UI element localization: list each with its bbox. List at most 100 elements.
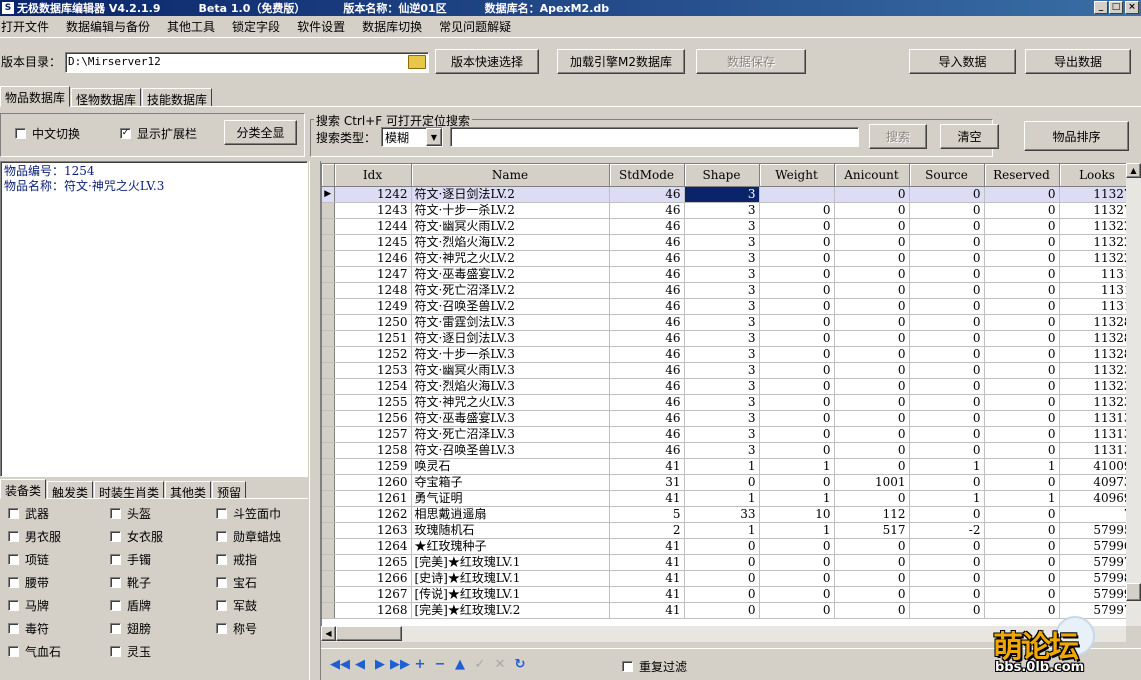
cell-idx[interactable]: 1248 <box>334 282 412 299</box>
category-boots[interactable]: 靴子 <box>110 574 151 591</box>
cell-anicount[interactable]: 0 <box>834 314 910 331</box>
cell-source[interactable]: 0 <box>909 394 985 411</box>
cell-stdmode[interactable]: 46 <box>609 314 685 331</box>
cell-reserved[interactable]: 0 <box>984 186 1060 203</box>
cell-anicount[interactable]: 0 <box>834 282 910 299</box>
cell-name[interactable]: 符文·召唤圣兽LV.2 <box>411 298 610 315</box>
category-checkbox[interactable] <box>8 623 19 634</box>
dir-input[interactable]: D:\Mirserver12 <box>65 52 429 73</box>
category-checkbox[interactable] <box>8 531 19 542</box>
cell-reserved[interactable]: 0 <box>984 506 1060 523</box>
category-checkbox[interactable] <box>216 554 227 565</box>
cell-idx[interactable]: 1250 <box>334 314 412 331</box>
cell-stdmode[interactable]: 41 <box>609 538 685 555</box>
row-indicator[interactable] <box>322 410 335 427</box>
cell-stdmode[interactable]: 41 <box>609 602 685 619</box>
dup-filter-checkbox[interactable] <box>622 661 633 672</box>
column-header-shape[interactable]: Shape <box>684 164 760 187</box>
cell-shape[interactable]: 3 <box>684 410 760 427</box>
cell-idx[interactable]: 1244 <box>334 218 412 235</box>
cell-reserved[interactable]: 0 <box>984 346 1060 363</box>
cell-weight[interactable]: 1 <box>759 522 835 539</box>
grid-vertical-scrollbar[interactable]: ▲ <box>1126 163 1141 626</box>
cell-looks[interactable]: 11322 <box>1059 250 1136 267</box>
maximize-button[interactable]: □ <box>1109 1 1123 14</box>
cell-looks[interactable]: 40969 <box>1059 490 1136 507</box>
cell-reserved[interactable]: 0 <box>984 314 1060 331</box>
load-engine-button[interactable]: 加载引擎M2数据库 <box>557 49 685 74</box>
table-row[interactable]: 1251 符文·逐日剑法LV.3 46 3 0 0 0 0 11328 <box>322 330 1136 347</box>
cell-weight[interactable]: 0 <box>759 250 835 267</box>
cell-source[interactable]: 0 <box>909 426 985 443</box>
cell-weight[interactable]: 0 <box>759 346 835 363</box>
table-row[interactable]: 1254 符文·烈焰火海LV.3 46 3 0 0 0 0 11323 <box>322 378 1136 395</box>
menu-open-file[interactable]: 打开文件 <box>0 18 63 35</box>
cell-shape[interactable]: 3 <box>684 234 760 251</box>
row-indicator[interactable] <box>322 570 335 587</box>
row-indicator[interactable] <box>322 426 335 443</box>
cell-anicount[interactable]: 0 <box>834 202 910 219</box>
scroll-left-icon[interactable]: ◀ <box>321 626 336 641</box>
cell-anicount[interactable]: 0 <box>834 234 910 251</box>
cell-anicount[interactable]: 0 <box>834 570 910 587</box>
insert-record-icon[interactable]: + <box>410 654 430 674</box>
folder-icon[interactable] <box>408 55 426 69</box>
search-input[interactable] <box>450 127 859 147</box>
cell-idx[interactable]: 1252 <box>334 346 412 363</box>
cell-stdmode[interactable]: 31 <box>609 474 685 491</box>
item-detail-box[interactable]: 物品编号：1254 物品名称：符文·神咒之火LV.3 <box>0 161 308 477</box>
cell-anicount[interactable]: 0 <box>834 410 910 427</box>
cell-reserved[interactable]: 0 <box>984 586 1060 603</box>
table-row[interactable]: 1246 符文·神咒之火LV.2 46 3 0 0 0 0 11322 <box>322 250 1136 267</box>
row-indicator[interactable] <box>322 202 335 219</box>
cell-stdmode[interactable]: 46 <box>609 362 685 379</box>
cell-anicount[interactable]: 0 <box>834 538 910 555</box>
cell-reserved[interactable]: 0 <box>984 202 1060 219</box>
cell-looks[interactable]: 1131 <box>1059 298 1136 315</box>
cell-source[interactable]: 1 <box>909 490 985 507</box>
cell-looks[interactable]: 41009 <box>1059 458 1136 475</box>
cell-anicount[interactable]: 0 <box>834 218 910 235</box>
row-indicator[interactable] <box>322 586 335 603</box>
cell-stdmode[interactable]: 46 <box>609 378 685 395</box>
cell-stdmode[interactable]: 41 <box>609 570 685 587</box>
row-indicator[interactable] <box>322 506 335 523</box>
cell-weight[interactable]: 0 <box>759 442 835 459</box>
cell-idx[interactable]: 1259 <box>334 458 412 475</box>
cell-anicount[interactable]: 0 <box>834 442 910 459</box>
cell-shape[interactable]: 0 <box>684 586 760 603</box>
cell-anicount[interactable]: 0 <box>834 250 910 267</box>
row-indicator[interactable] <box>322 522 335 539</box>
cell-name[interactable]: 符文·十步一杀LV.3 <box>411 346 610 363</box>
menu-data-edit-backup[interactable]: 数据编辑与备份 <box>63 18 164 35</box>
category-checkbox[interactable] <box>216 623 227 634</box>
category-female-clothes[interactable]: 女衣服 <box>110 528 163 545</box>
row-indicator[interactable] <box>322 394 335 411</box>
table-row[interactable]: 1249 符文·召唤圣兽LV.2 46 3 0 0 0 0 1131 <box>322 298 1136 315</box>
cell-shape[interactable]: 33 <box>684 506 760 523</box>
cell-looks[interactable]: 57996 <box>1059 538 1136 555</box>
cell-idx[interactable]: 1267 <box>334 586 412 603</box>
items-grid[interactable]: Idx Name StdMode Shape Weight Anicount S… <box>321 163 1141 626</box>
cell-source[interactable]: 0 <box>909 538 985 555</box>
cell-name[interactable]: 符文·烈焰火海LV.2 <box>411 234 610 251</box>
category-helmet[interactable]: 头盔 <box>110 505 151 522</box>
cell-name[interactable]: 符文·幽冥火雨LV.2 <box>411 218 610 235</box>
cell-idx[interactable]: 1254 <box>334 378 412 395</box>
cell-name[interactable]: 符文·巫毒盛宴LV.3 <box>411 410 610 427</box>
cell-anicount[interactable]: 0 <box>834 330 910 347</box>
table-row[interactable]: 1261 勇气证明 41 1 1 0 1 1 40969 <box>322 490 1136 507</box>
cell-weight[interactable]: 0 <box>759 282 835 299</box>
cell-stdmode[interactable]: 46 <box>609 426 685 443</box>
cell-idx[interactable]: 1251 <box>334 330 412 347</box>
category-necklace[interactable]: 项链 <box>8 551 49 568</box>
cell-name[interactable]: ★红玫瑰种子 <box>411 538 610 555</box>
row-indicator[interactable] <box>322 538 335 555</box>
cell-idx[interactable]: 1257 <box>334 426 412 443</box>
cell-stdmode[interactable]: 41 <box>609 490 685 507</box>
cell-shape[interactable]: 3 <box>684 314 760 331</box>
cell-shape[interactable]: 3 <box>684 266 760 283</box>
clear-button[interactable]: 清空 <box>940 124 999 149</box>
cell-stdmode[interactable]: 46 <box>609 250 685 267</box>
cell-reserved[interactable]: 0 <box>984 410 1060 427</box>
